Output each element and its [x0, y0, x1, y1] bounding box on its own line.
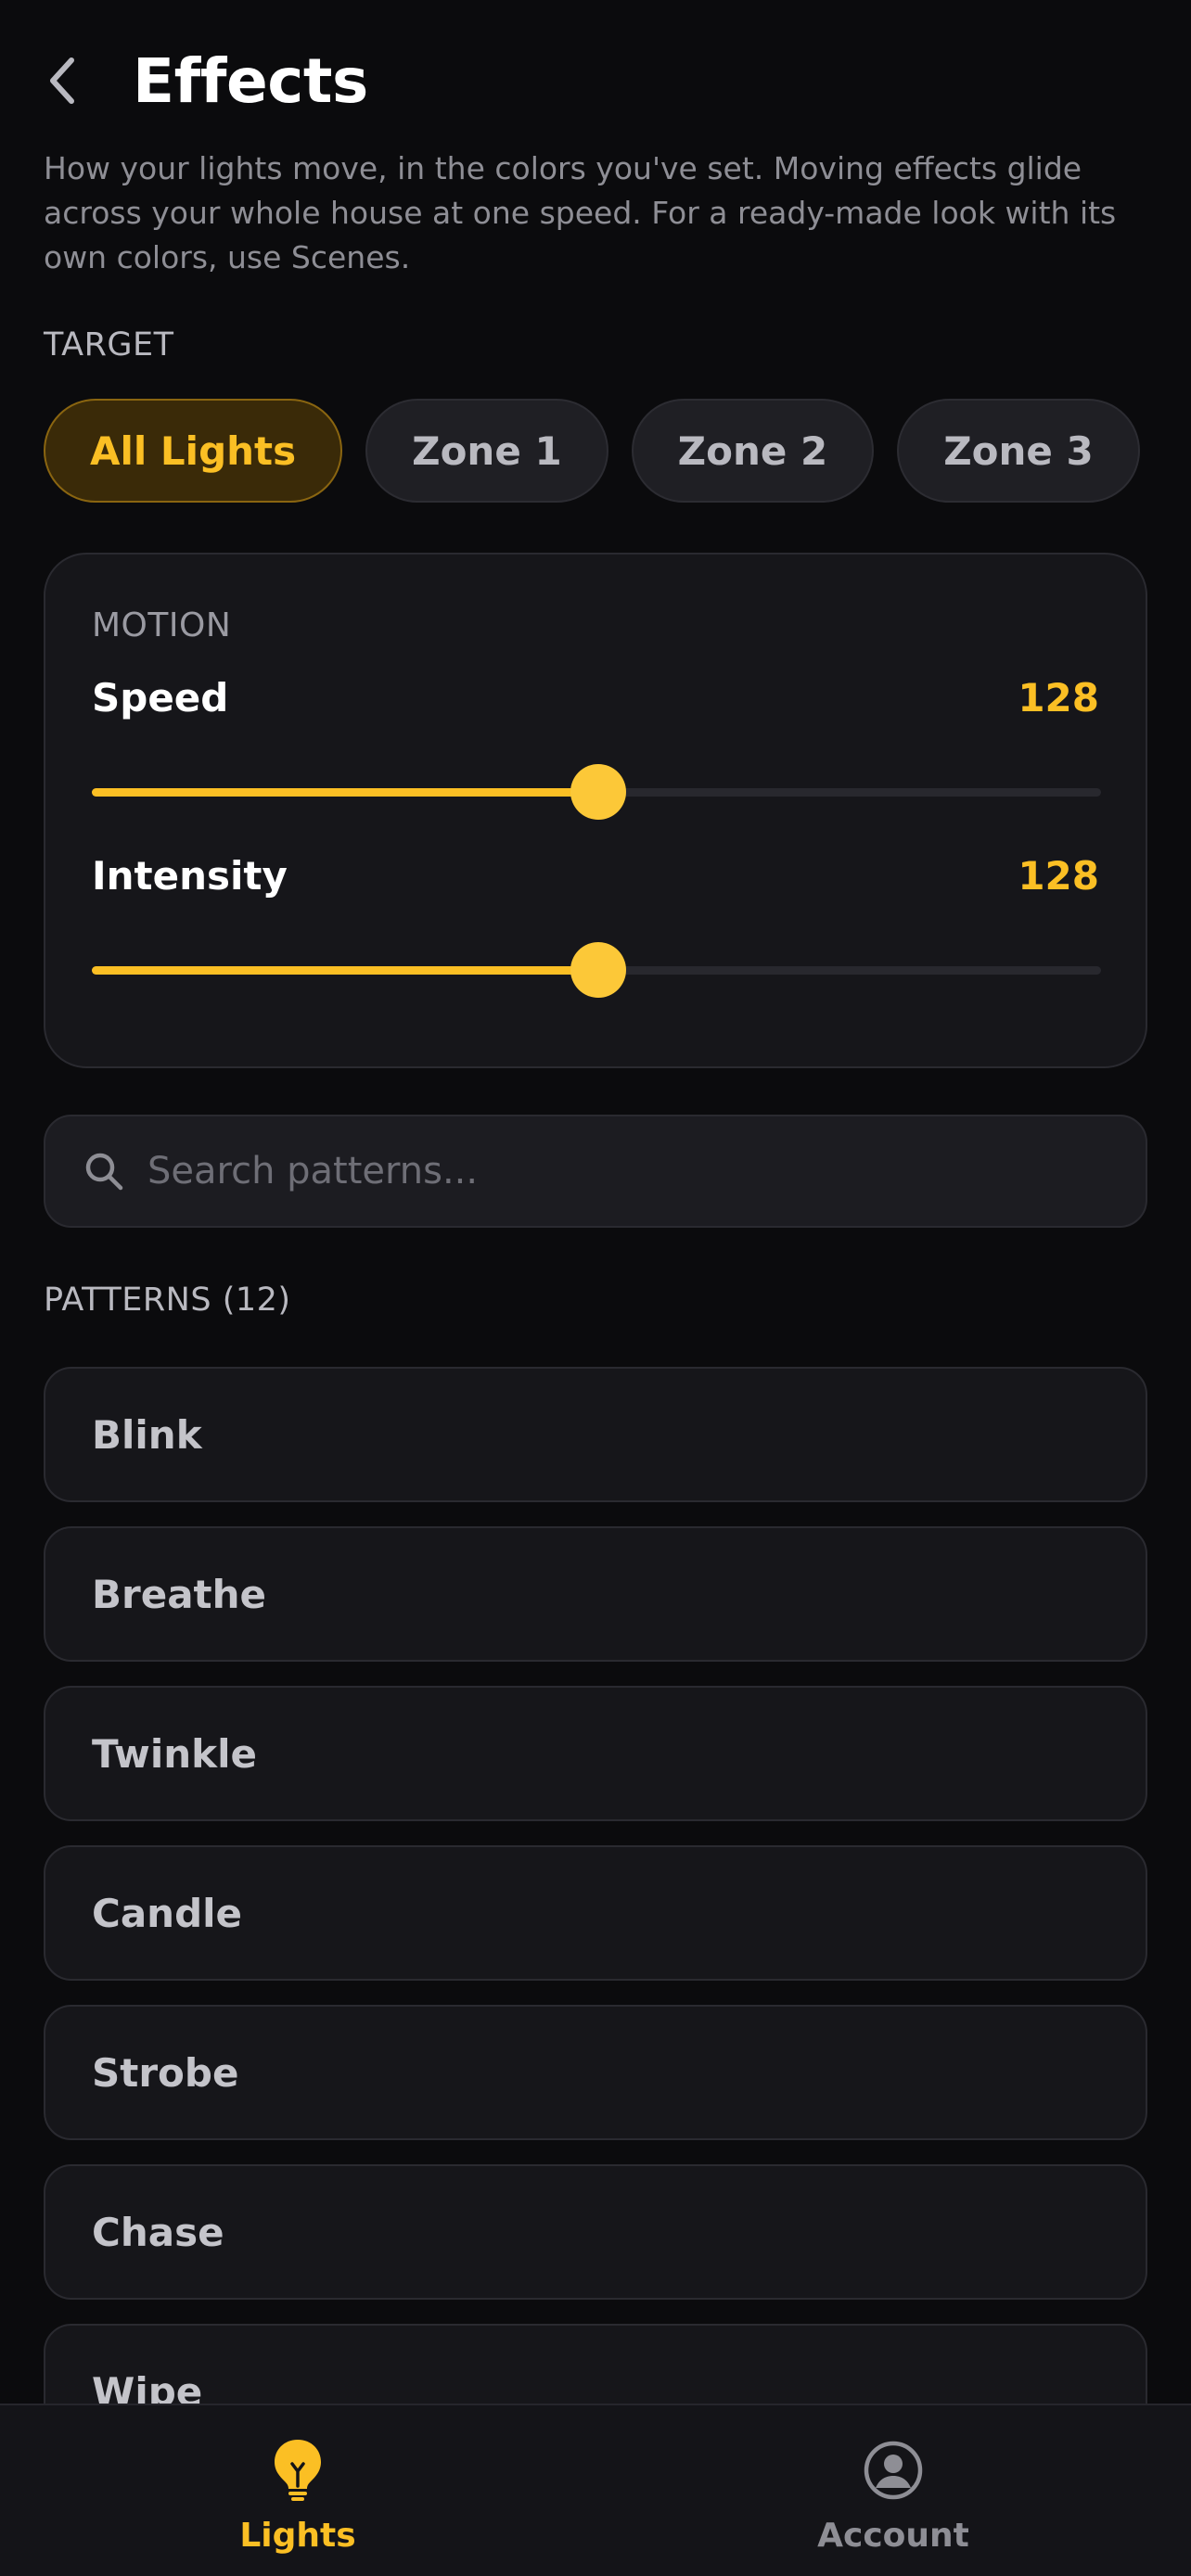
target-chips: All Lights Zone 1 Zone 2 Zone 3	[44, 399, 1140, 503]
pattern-item-breathe[interactable]: Breathe	[44, 1526, 1147, 1662]
intensity-value: 128	[1018, 853, 1099, 899]
chip-zone-1[interactable]: Zone 1	[365, 399, 608, 503]
pattern-item-twinkle[interactable]: Twinkle	[44, 1686, 1147, 1821]
nav-label-lights: Lights	[239, 2517, 356, 2555]
header: Effects	[44, 39, 368, 122]
search-bar[interactable]	[44, 1115, 1147, 1228]
speed-slider-thumb[interactable]	[570, 764, 627, 820]
page-title: Effects	[133, 45, 368, 117]
user-circle-icon	[860, 2437, 927, 2504]
nav-tab-lights[interactable]: Lights	[0, 2405, 596, 2576]
chip-zone-3[interactable]: Zone 3	[897, 399, 1140, 503]
intensity-slider[interactable]	[92, 942, 1101, 998]
search-icon	[83, 1150, 125, 1192]
speed-label: Speed	[92, 675, 229, 721]
patterns-list: Blink Breathe Twinkle Candle Strobe Chas…	[44, 1367, 1147, 2483]
pattern-item-candle[interactable]: Candle	[44, 1845, 1147, 1981]
intensity-label: Intensity	[92, 853, 288, 899]
back-button[interactable]	[44, 44, 109, 118]
intensity-slider-thumb[interactable]	[570, 942, 627, 998]
pattern-item-strobe[interactable]: Strobe	[44, 2005, 1147, 2140]
motion-section-label: MOTION	[92, 606, 232, 644]
target-section-label: TARGET	[44, 326, 174, 363]
lightbulb-icon	[264, 2437, 331, 2504]
effects-screen: Effects How your lights move, in the col…	[0, 0, 1191, 2576]
search-input[interactable]	[147, 1150, 1146, 1192]
patterns-section-label: PATTERNS (12)	[44, 1282, 291, 1319]
speed-slider-fill	[92, 788, 599, 797]
pattern-item-blink[interactable]: Blink	[44, 1367, 1147, 1502]
chip-zone-2[interactable]: Zone 2	[631, 399, 875, 503]
speed-slider[interactable]	[92, 764, 1101, 820]
motion-card: MOTION Speed 128 Intensity 128	[44, 553, 1147, 1068]
nav-tab-account[interactable]: Account	[596, 2405, 1191, 2576]
nav-label-account: Account	[817, 2517, 969, 2555]
page-description: How your lights move, in the colors you'…	[44, 150, 1117, 275]
pattern-item-chase[interactable]: Chase	[44, 2164, 1147, 2300]
chip-all-lights[interactable]: All Lights	[44, 399, 343, 503]
chevron-left-icon	[50, 57, 74, 104]
intensity-slider-fill	[92, 966, 599, 975]
speed-value: 128	[1018, 675, 1099, 721]
bottom-nav: Lights Account	[0, 2404, 1191, 2576]
